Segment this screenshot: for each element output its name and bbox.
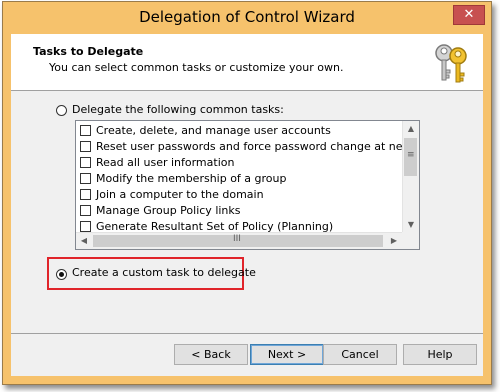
common-tasks-label: Delegate the following common tasks: [72,103,284,116]
task-checkbox[interactable] [80,125,91,136]
arrow-down-icon[interactable]: ▼ [403,217,419,233]
title-bar[interactable]: Delegation of Control Wizard ✕ [3,2,491,34]
task-item[interactable]: Reset user passwords and force password … [80,139,420,155]
task-label: Join a computer to the domain [96,188,264,201]
task-checkbox[interactable] [80,157,91,168]
task-label: Create, delete, and manage user accounts [96,124,331,137]
close-button[interactable]: ✕ [453,5,485,25]
task-label: Manage Group Policy links [96,204,241,217]
task-label: Reset user passwords and force password … [96,140,420,153]
task-item[interactable]: Read all user information [80,155,234,171]
custom-task-radio[interactable] [56,269,67,280]
arrow-left-icon[interactable]: ◀ [76,233,92,249]
task-checkbox[interactable] [80,189,91,200]
wizard-client-area: Tasks to Delegate You can select common … [11,34,483,376]
task-checkbox[interactable] [80,173,91,184]
scroll-corner [402,232,419,249]
grip-icon: III [233,234,241,244]
vertical-scrollbar[interactable]: ▲ ≡ ▼ [402,121,419,233]
back-button[interactable]: < Back [174,344,248,365]
vertical-scroll-thumb[interactable]: ≡ [404,138,417,176]
keys-icon [435,44,467,83]
horizontal-scrollbar[interactable]: ◀ III ▶ [76,232,403,249]
arrow-right-icon[interactable]: ▶ [386,233,402,249]
task-checkbox[interactable] [80,221,91,232]
task-checkbox[interactable] [80,141,91,152]
wizard-header: Tasks to Delegate You can select common … [11,34,483,91]
help-button[interactable]: Help [403,344,477,365]
task-label: Read all user information [96,156,235,169]
page-subtitle: You can select common tasks or customize… [49,61,344,74]
common-tasks-list[interactable]: Create, delete, and manage user accounts… [75,120,420,250]
separator [11,333,483,334]
task-item[interactable]: Manage Group Policy links [80,203,241,219]
grip-icon: ≡ [407,150,415,160]
common-tasks-radio[interactable] [56,105,67,116]
window-title: Delegation of Control Wizard [139,8,355,26]
cancel-button[interactable]: Cancel [323,344,397,365]
custom-task-label: Create a custom task to delegate [72,266,256,279]
horizontal-scroll-thumb[interactable]: III [93,234,383,247]
task-label: Modify the membership of a group [96,172,287,185]
close-icon: ✕ [463,7,475,22]
task-item[interactable]: Create, delete, and manage user accounts [80,123,331,139]
task-item[interactable]: Join a computer to the domain [80,187,264,203]
wizard-window: Delegation of Control Wizard ✕ Tasks to … [2,1,492,385]
arrow-up-icon[interactable]: ▲ [403,121,419,137]
task-item[interactable]: Modify the membership of a group [80,171,287,187]
task-checkbox[interactable] [80,205,91,216]
next-button[interactable]: Next > [250,344,324,365]
page-title: Tasks to Delegate [33,45,144,58]
